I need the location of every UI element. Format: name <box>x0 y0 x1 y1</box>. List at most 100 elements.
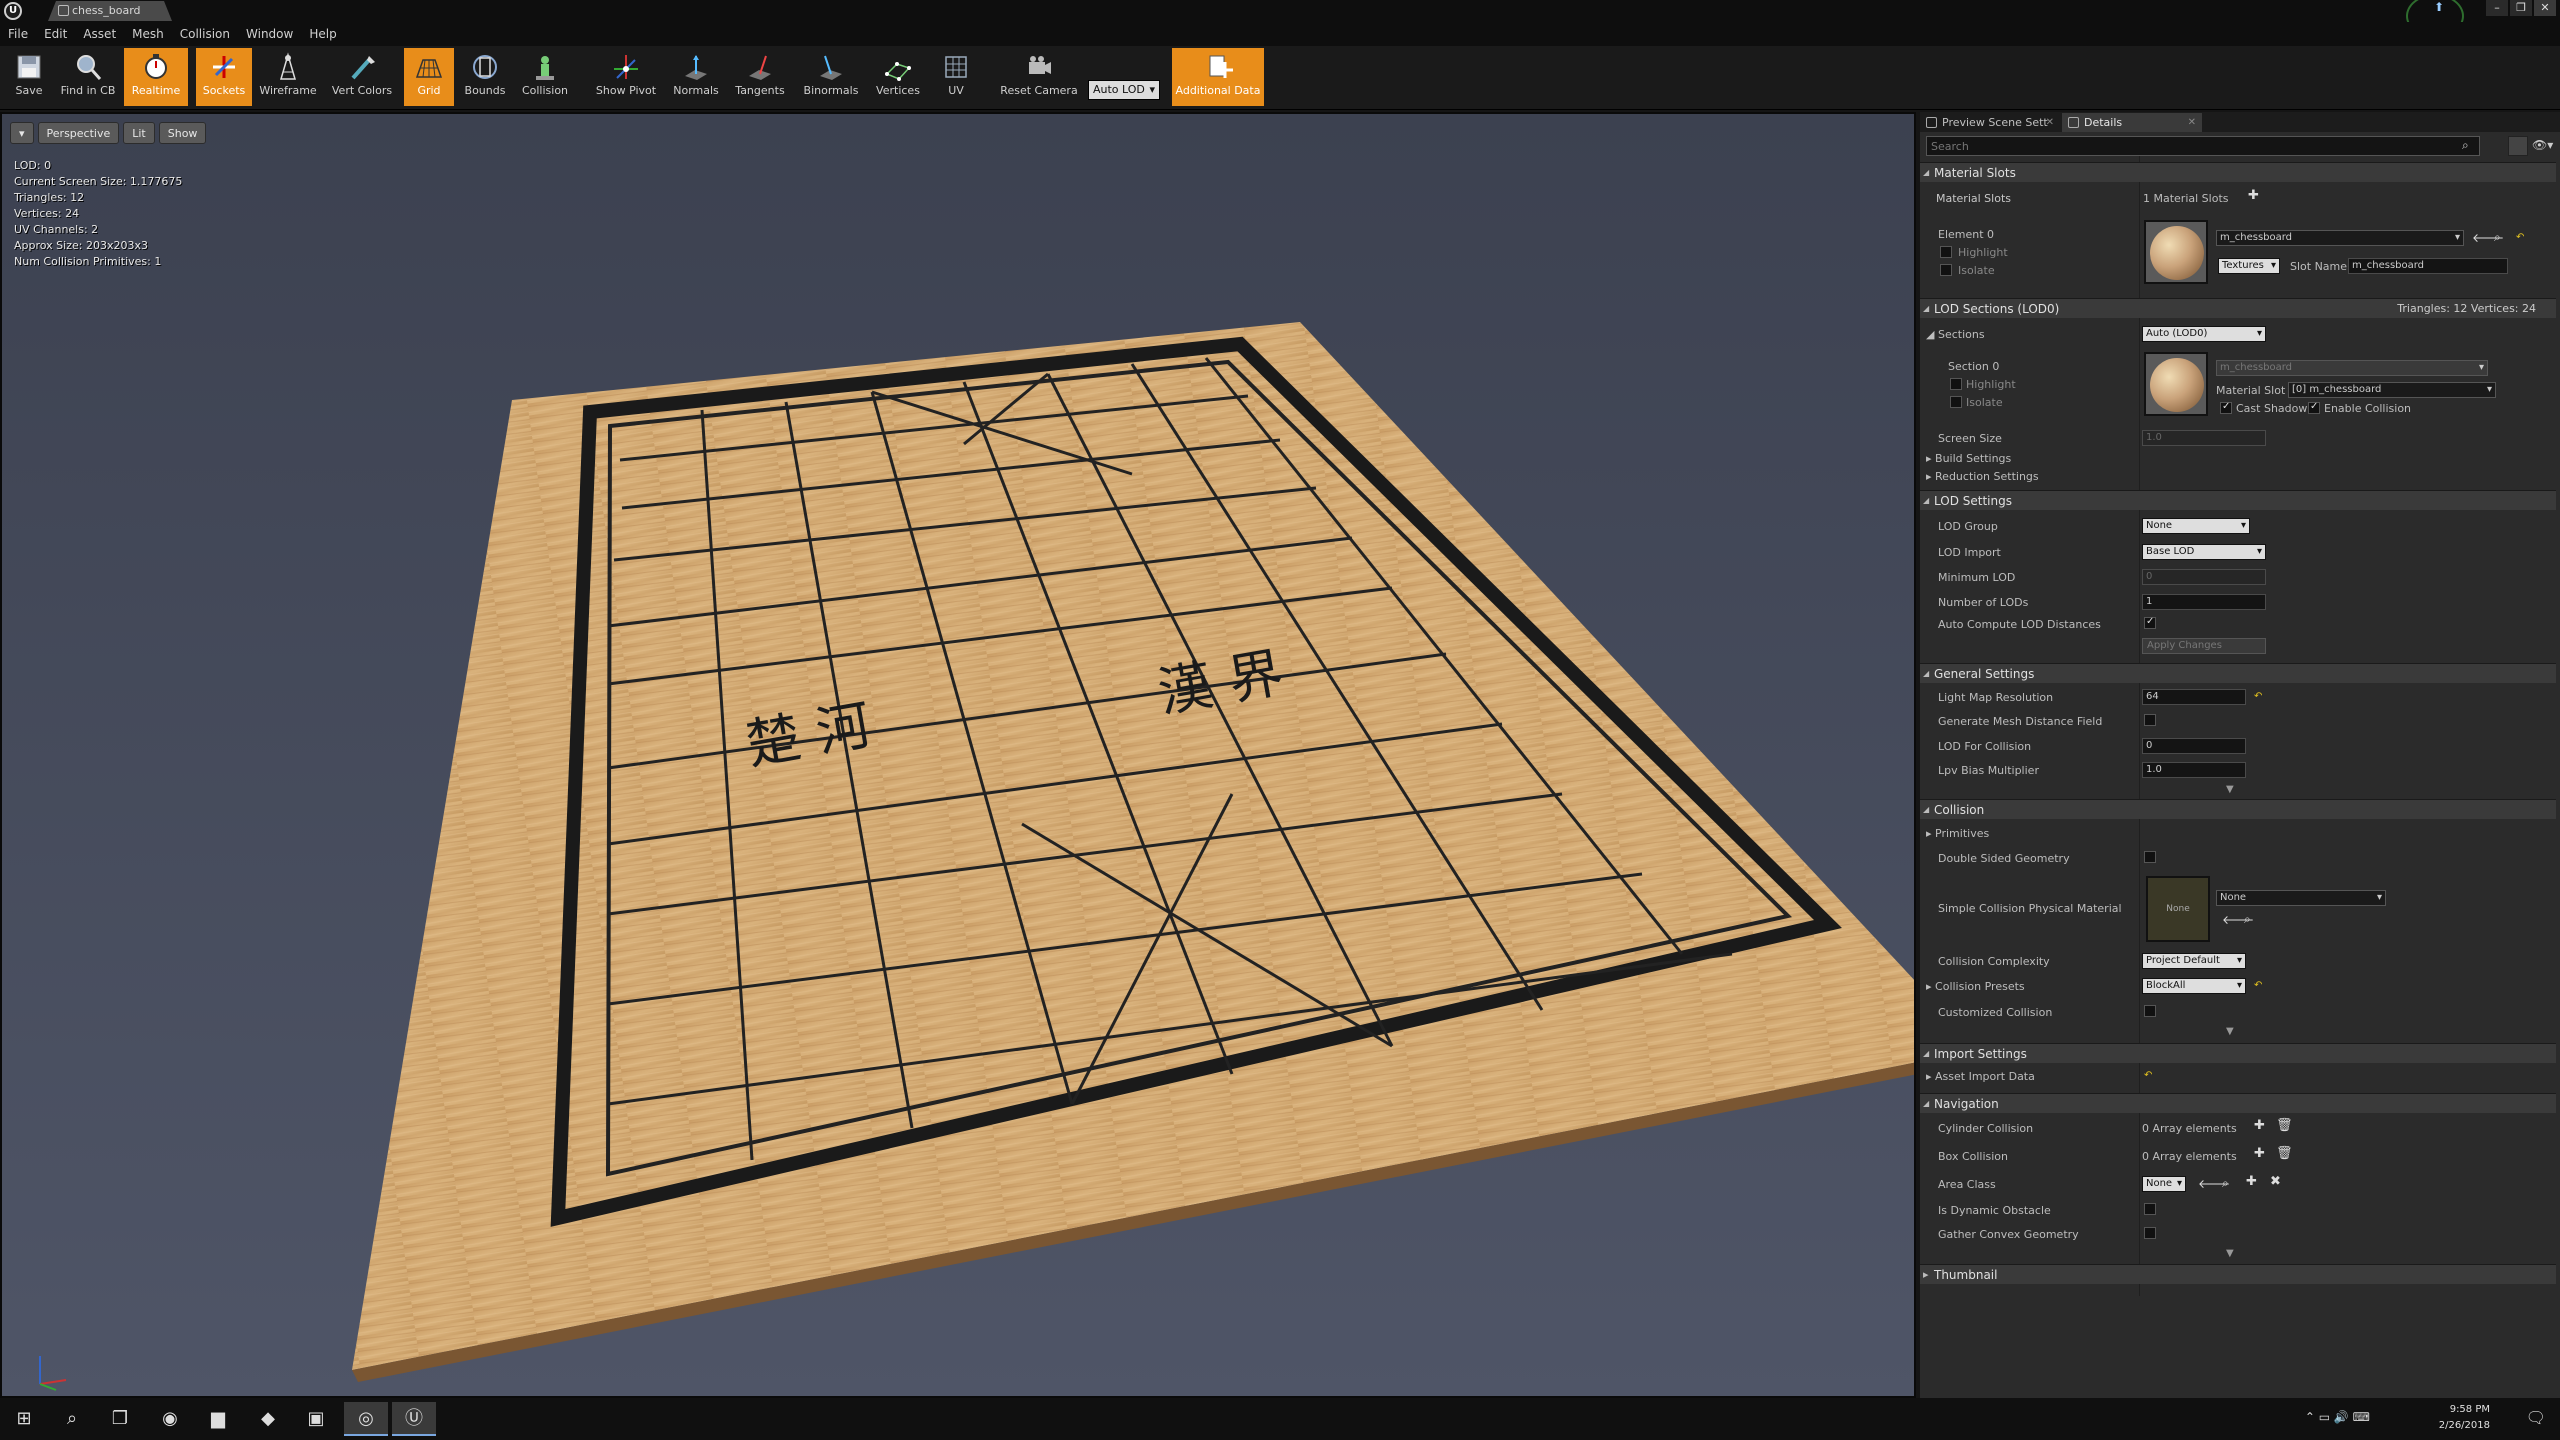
advanced-expand-icon[interactable]: ▼ <box>2226 784 2234 795</box>
collision-presets-expander[interactable]: Collision Presets <box>1926 980 2025 993</box>
number-of-lods-field[interactable]: 1 <box>2142 594 2266 610</box>
realtime-button[interactable]: Realtime <box>124 48 188 106</box>
app-running-icon[interactable]: ◎ <box>344 1402 388 1436</box>
collision-presets-reset-icon[interactable]: ↶ <box>2254 980 2262 991</box>
epic-launcher-icon[interactable]: ▣ <box>294 1402 338 1436</box>
material-slot-dropdown[interactable]: [0] m_chessboard <box>2288 382 2496 398</box>
textures-dropdown[interactable]: Textures <box>2218 258 2280 274</box>
physical-material-picker[interactable]: None <box>2216 890 2386 906</box>
collision-presets-dropdown[interactable]: BlockAll <box>2142 978 2246 994</box>
maximize-button[interactable]: ❐ <box>2510 0 2532 16</box>
generate-distance-field-checkbox[interactable] <box>2144 714 2156 726</box>
advanced-expand-icon[interactable]: ▼ <box>2226 1026 2234 1037</box>
lod-for-collision-field[interactable]: 0 <box>2142 738 2246 754</box>
slot-name-field[interactable]: m_chessboard <box>2348 258 2508 274</box>
vertices-button[interactable]: Vertices <box>870 48 926 106</box>
enable-collision-checkbox[interactable] <box>2308 401 2320 414</box>
browse-icon[interactable]: ⌕ <box>2222 1176 2229 1191</box>
lit-button[interactable]: Lit <box>123 122 155 144</box>
search-input[interactable] <box>1926 136 2480 156</box>
category-material-slots[interactable]: Material Slots <box>1920 162 2556 183</box>
primitives-expander[interactable]: Primitives <box>1926 827 1989 840</box>
auto-lod-combo[interactable]: Auto LOD <box>1088 80 1160 100</box>
clock[interactable]: 9:58 PM 2/26/2018 <box>2439 1402 2490 1434</box>
start-button[interactable]: ⊞ <box>2 1402 46 1436</box>
section-material-thumbnail[interactable] <box>2144 352 2208 416</box>
isolate-checkbox[interactable] <box>1940 264 1952 276</box>
unreal-editor-icon[interactable]: Ⓤ <box>392 1402 436 1436</box>
clear-icon[interactable]: ✖ <box>2270 1174 2281 1189</box>
material-thumbnail[interactable] <box>2144 220 2208 284</box>
bounds-button[interactable]: Bounds <box>460 48 510 106</box>
binormals-button[interactable]: Binormals <box>796 48 866 106</box>
search-icon[interactable]: ⌕ <box>50 1402 94 1436</box>
add-element-button[interactable]: ✚ <box>2254 1146 2265 1161</box>
menu-asset[interactable]: Asset <box>75 22 124 46</box>
add-element-button[interactable]: ✚ <box>2254 1118 2265 1133</box>
menu-file[interactable]: File <box>0 22 36 46</box>
viewport[interactable]: 楚 河 漢 界 ▾ Perspective Lit Show LOD: 0 Cu… <box>0 112 1916 1398</box>
category-navigation[interactable]: Navigation <box>1920 1093 2556 1114</box>
minimize-button[interactable]: – <box>2486 0 2508 16</box>
build-settings-expander[interactable]: Build Settings <box>1926 452 2011 465</box>
uv-button[interactable]: UV <box>930 48 982 106</box>
tab-details[interactable]: Details ✕ <box>2062 113 2202 132</box>
cast-shadow-checkbox[interactable] <box>2220 401 2232 414</box>
action-center-icon[interactable]: 🗨 <box>2526 1408 2546 1427</box>
property-column-divider[interactable] <box>2139 156 2140 1296</box>
show-pivot-button[interactable]: Show Pivot <box>590 48 662 106</box>
additional-data-button[interactable]: Additional Data <box>1172 48 1264 106</box>
notification-icon[interactable]: ⬆ <box>2424 0 2454 20</box>
lpv-bias-field[interactable]: 1.0 <box>2142 762 2246 778</box>
lod-import-dropdown[interactable]: Base LOD <box>2142 544 2266 560</box>
physical-material-thumbnail[interactable]: None <box>2146 876 2210 942</box>
close-tab-icon[interactable]: ✕ <box>2188 113 2196 132</box>
gather-convex-checkbox[interactable] <box>2144 1227 2156 1239</box>
property-matrix-icon[interactable] <box>2508 136 2528 156</box>
auto-compute-lod-checkbox[interactable] <box>2144 616 2156 629</box>
reduction-settings-expander[interactable]: Reduction Settings <box>1926 470 2039 483</box>
grid-button[interactable]: Grid <box>404 48 454 106</box>
collision-button[interactable]: Collision <box>514 48 576 106</box>
sections-lod-dropdown[interactable]: Auto (LOD0) <box>2142 326 2266 342</box>
close-tab-icon[interactable]: ✕ <box>2046 113 2054 132</box>
new-class-button[interactable]: ✚ <box>2246 1174 2257 1189</box>
viewport-options-button[interactable]: ▾ <box>10 122 34 144</box>
category-collision[interactable]: Collision <box>1920 799 2556 820</box>
lod-group-dropdown[interactable]: None <box>2142 518 2250 534</box>
task-view-icon[interactable]: ❐ <box>98 1402 142 1436</box>
category-general-settings[interactable]: General Settings <box>1920 663 2556 684</box>
menu-window[interactable]: Window <box>238 22 301 46</box>
area-class-dropdown[interactable]: None <box>2142 1176 2186 1192</box>
reset-to-default-icon[interactable]: ↶ <box>2516 232 2524 243</box>
browse-icon[interactable]: ⌕ <box>2494 230 2501 245</box>
asset-tab[interactable]: chess_board <box>48 1 172 21</box>
menu-edit[interactable]: Edit <box>36 22 75 46</box>
light-map-field[interactable]: 64 <box>2142 689 2246 705</box>
section-highlight-checkbox[interactable] <box>1950 378 1962 390</box>
asset-import-data-expander[interactable]: Asset Import Data <box>1926 1070 2035 1083</box>
collision-complexity-dropdown[interactable]: Project Default <box>2142 953 2246 969</box>
menu-help[interactable]: Help <box>301 22 344 46</box>
perspective-button[interactable]: Perspective <box>37 122 120 144</box>
chrome-icon[interactable]: ◉ <box>148 1402 192 1436</box>
highlight-checkbox[interactable] <box>1940 246 1952 258</box>
show-button[interactable]: Show <box>158 122 207 144</box>
app-icon[interactable]: ◆ <box>246 1402 290 1436</box>
sections-expander[interactable]: ◢ Sections <box>1926 328 1985 341</box>
tab-preview-scene-settings[interactable]: Preview Scene Sett ✕ <box>1920 113 2060 132</box>
sockets-button[interactable]: Sockets <box>196 48 252 106</box>
system-tray-icons[interactable]: ⌃ ▭ 🔊 ⌨ <box>2305 1410 2370 1424</box>
view-options-icon[interactable]: 👁▾ <box>2532 138 2553 152</box>
tangents-button[interactable]: Tangents <box>728 48 792 106</box>
file-explorer-icon[interactable]: ▆ <box>196 1402 240 1436</box>
close-button[interactable]: ✕ <box>2534 0 2556 16</box>
normals-button[interactable]: Normals <box>666 48 726 106</box>
reset-camera-button[interactable]: Reset Camera <box>996 48 1082 106</box>
category-lod-settings[interactable]: LOD Settings <box>1920 490 2556 511</box>
delete-elements-icon[interactable]: 🗑 <box>2276 1146 2293 1161</box>
advanced-expand-icon[interactable]: ▼ <box>2226 1248 2234 1259</box>
category-lod-sections[interactable]: LOD Sections (LOD0) Triangles: 12 Vertice… <box>1920 298 2556 319</box>
add-slot-button[interactable]: ✚ <box>2248 188 2259 203</box>
customized-collision-checkbox[interactable] <box>2144 1005 2156 1017</box>
